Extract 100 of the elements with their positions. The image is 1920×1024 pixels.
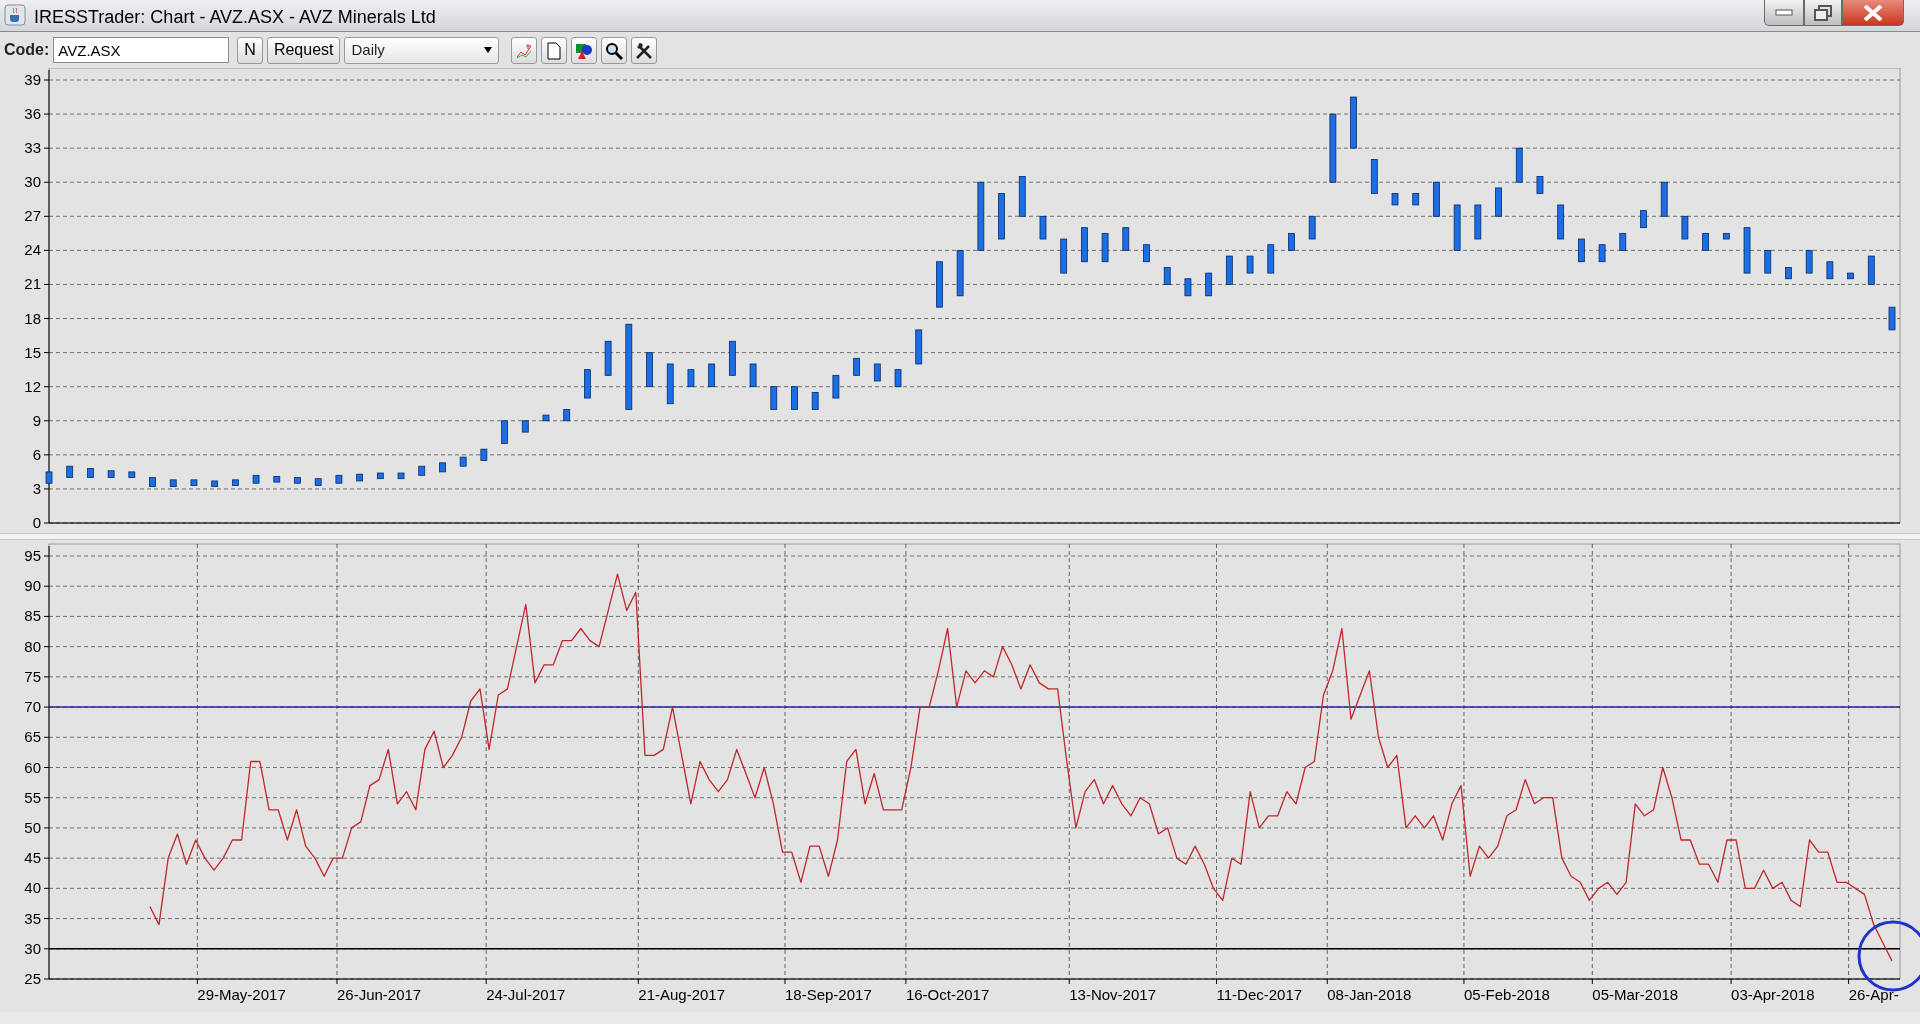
axis-label: 6: [32, 445, 41, 463]
axis-label: 05-Feb-2018: [1463, 986, 1550, 1003]
price-candle: [1536, 176, 1544, 195]
document-icon[interactable]: [541, 36, 568, 64]
axis-label: 26-Apr-: [1848, 986, 1899, 1003]
interval-dropdown[interactable]: Daily: [344, 36, 500, 64]
axis-label: 03-Apr-2018: [1731, 986, 1815, 1003]
price-candle: [791, 386, 798, 410]
axis-label: 18: [24, 309, 41, 327]
price-candle: [1702, 232, 1710, 251]
axis-label: 21: [24, 275, 41, 293]
price-candle: [211, 480, 219, 488]
axis-label: 30: [24, 173, 41, 191]
chart-icon[interactable]: [511, 36, 538, 64]
price-candle: [1433, 181, 1440, 217]
axis-label: 25: [24, 970, 41, 987]
price-candle: [1288, 232, 1295, 251]
price-candle: [998, 193, 1005, 240]
price-candle: [1660, 181, 1668, 217]
price-candle: [1391, 193, 1399, 206]
price-candle: [1764, 249, 1772, 274]
axis-label: 27: [24, 207, 41, 225]
price-candle: [1370, 159, 1378, 195]
axis-label: 35: [24, 909, 41, 927]
axis-label: 16-Oct-2017: [905, 986, 990, 1003]
price-candle: [1060, 238, 1068, 274]
price-candle: [335, 474, 343, 484]
price-candle: [1308, 215, 1316, 240]
price-candle: [584, 369, 591, 399]
price-candle: [1557, 204, 1565, 240]
price-candle: [107, 470, 115, 479]
axis-label: 36: [24, 105, 41, 123]
axis-label: 95: [24, 547, 41, 564]
price-candle: [728, 340, 736, 376]
axis-label: 24-Jul-2017: [486, 986, 566, 1003]
restore-button[interactable]: [1804, 0, 1842, 26]
axis-label: 40: [24, 879, 41, 897]
price-candle: [749, 363, 757, 388]
axis-label: 50: [24, 818, 41, 836]
price-candle: [190, 479, 198, 486]
price-candle: [1039, 215, 1047, 240]
minimize-button[interactable]: [1764, 0, 1804, 26]
price-candle: [1847, 272, 1854, 280]
price-candle: [376, 472, 384, 480]
price-candle: [501, 420, 508, 444]
price-candle: [418, 465, 426, 476]
price-candle: [480, 448, 488, 462]
price-candle: [1598, 244, 1606, 263]
axis-label: 13-Nov-2017: [1069, 986, 1156, 1003]
close-icon: [1862, 4, 1884, 21]
toolbar-button[interactable]: Request: [266, 36, 341, 64]
price-candle: [252, 474, 260, 484]
close-button[interactable]: [1842, 0, 1904, 26]
price-candle: [1350, 96, 1357, 149]
price-candle: [1184, 278, 1192, 297]
code-field[interactable]: AVZ.ASX: [53, 37, 230, 63]
price-candle: [459, 456, 467, 467]
toolbar-button[interactable]: N: [237, 36, 263, 64]
price-candle: [1122, 227, 1130, 251]
price-candle: [1412, 193, 1420, 206]
price-candle: [1453, 204, 1461, 251]
minimize-icon: [1775, 8, 1793, 17]
price-candle: [1785, 266, 1792, 280]
axis-label: 18-Sep-2017: [785, 986, 872, 1003]
axis-label: 45: [24, 849, 41, 867]
price-candle: [1495, 187, 1502, 217]
price-candle: [646, 352, 653, 388]
price-candle: [1143, 244, 1150, 263]
search-icon[interactable]: [601, 36, 628, 64]
axis-label: 0: [32, 514, 41, 531]
price-candle: [832, 374, 840, 399]
price-candle: [1267, 244, 1275, 274]
shapes-icon[interactable]: [571, 36, 598, 64]
price-candle: [66, 465, 74, 479]
tools-icon[interactable]: [631, 36, 658, 64]
axis-label: 30: [24, 939, 41, 957]
price-candle: [294, 477, 301, 484]
axis-label: 55: [24, 788, 41, 806]
axis-label: 15: [24, 343, 41, 361]
price-candle: [1081, 227, 1088, 263]
price-candle: [873, 363, 881, 382]
price-candle: [397, 472, 405, 480]
price-candle: [977, 181, 985, 251]
caret-icon: [484, 47, 493, 53]
axis-label: 26-Jun-2017: [336, 986, 422, 1003]
restore-icon: [1814, 4, 1832, 21]
axis-label: 80: [24, 637, 41, 655]
price-candle: [1515, 147, 1523, 183]
price-candle: [314, 478, 322, 486]
price-candle: [1163, 266, 1171, 285]
axis-label: 05-Mar-2018: [1592, 986, 1679, 1003]
price-candle: [1246, 255, 1254, 274]
window-title: IRESSTrader: Chart - AVZ.ASX - AVZ Minerals Ltd: [34, 6, 436, 29]
axis-label: 60: [24, 758, 41, 776]
price-candle: [542, 414, 550, 422]
price-candle: [1205, 272, 1213, 297]
price-candle: [1101, 232, 1109, 263]
price-candle: [149, 477, 156, 488]
price-candle: [1018, 176, 1026, 217]
price-candle: [1743, 227, 1751, 274]
